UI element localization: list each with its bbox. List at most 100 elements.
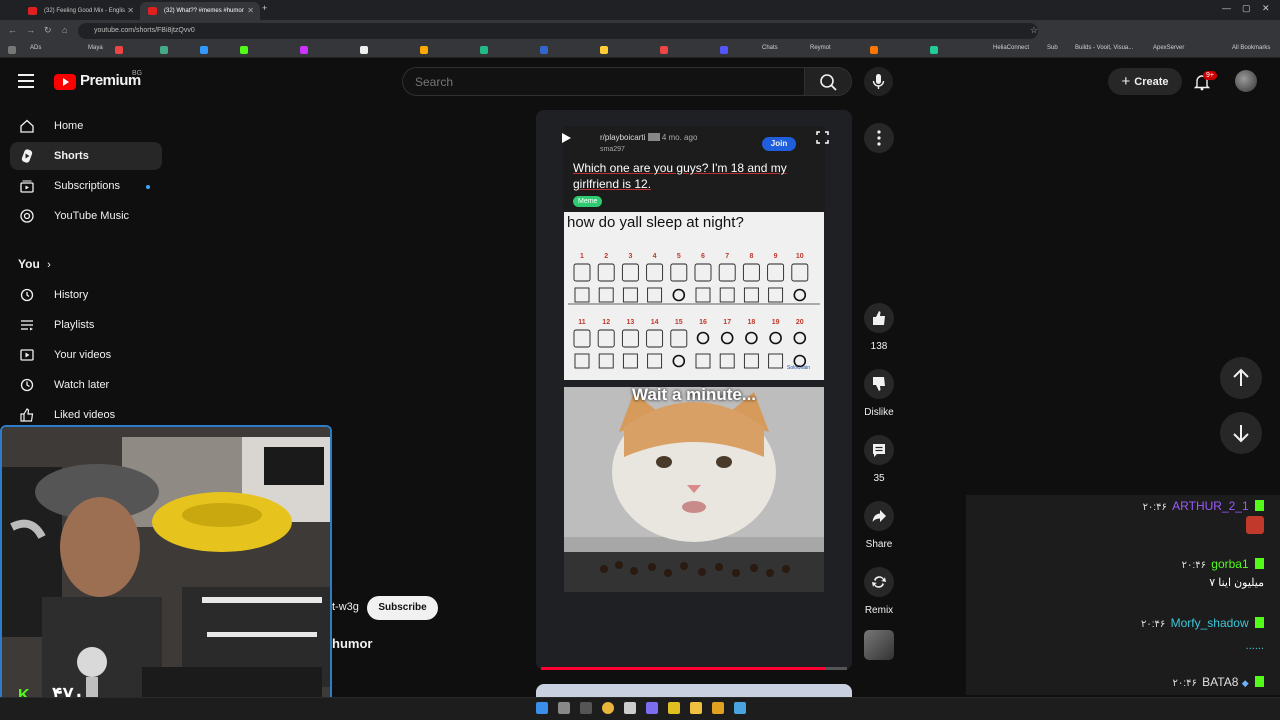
telegram-taskbar-icon[interactable] [734, 702, 746, 714]
sidebar-item-youtube-music[interactable]: YouTube Music [10, 202, 162, 230]
bookmark-icon[interactable] [870, 46, 878, 54]
audio-thumbnail[interactable] [864, 630, 894, 660]
sidebar-item-label: Subscriptions [54, 180, 121, 192]
sidebar-item-label: Playlists [54, 319, 95, 331]
remix-label: Remix [864, 605, 894, 616]
fullscreen-icon[interactable] [816, 131, 829, 144]
bookmark-icon[interactable] [660, 46, 668, 54]
bookmark-apexserver[interactable]: ApexServer [1153, 45, 1184, 51]
share-label: Share [865, 539, 893, 550]
mic-icon [872, 74, 885, 89]
browser-tab-2[interactable]: (32) What?? #memes #humor ✕ [140, 2, 260, 20]
all-bookmarks[interactable]: All Bookmarks [1232, 45, 1270, 51]
bookmark-chats[interactable]: Chats [762, 45, 778, 51]
bookmark-maya[interactable]: Maya [88, 45, 103, 51]
windows-start-icon[interactable] [536, 702, 548, 714]
home-icon [20, 119, 34, 133]
bookmark-icon[interactable] [360, 46, 368, 54]
reload-icon[interactable]: ↻ [44, 25, 52, 36]
avatar[interactable] [1235, 70, 1257, 92]
discord-taskbar-icon[interactable] [646, 702, 658, 714]
chrome-taskbar-icon[interactable] [602, 702, 614, 714]
back-icon[interactable]: ← [8, 25, 17, 35]
comments-button[interactable] [864, 435, 894, 465]
bookmark-icon[interactable] [115, 46, 123, 54]
bookmark-icon[interactable] [420, 46, 428, 54]
bookmark-icon[interactable] [600, 46, 608, 54]
create-label: Create [1134, 76, 1169, 88]
remix-button[interactable] [864, 567, 894, 597]
close-window-icon[interactable]: ✕ [1262, 3, 1270, 14]
bookmark-icon[interactable] [300, 46, 308, 54]
app-taskbar-icon[interactable] [624, 702, 636, 714]
bookmark-icon[interactable] [200, 46, 208, 54]
meme-number-label: 9 [774, 253, 778, 260]
sidebar-item-playlists[interactable]: Playlists [10, 311, 162, 339]
youtube-favicon-icon [148, 7, 157, 15]
bookmark-icon[interactable] [540, 46, 548, 54]
folder-icon[interactable] [712, 702, 724, 714]
bookmark-heliaconnect[interactable]: HeliaConnect [993, 45, 1029, 51]
sidebar-item-your-videos[interactable]: Your videos [10, 341, 162, 369]
sidebar-item-shorts[interactable]: Shorts [10, 142, 162, 170]
next-short-button[interactable] [1220, 412, 1262, 454]
task-view-icon[interactable] [580, 702, 592, 714]
youtube-logo-icon[interactable] [54, 74, 76, 90]
close-tab-icon[interactable]: ✕ [247, 2, 254, 20]
sidebar-you-heading[interactable]: You › [18, 257, 51, 271]
meme-number-label: 7 [725, 253, 729, 260]
home-browser-icon[interactable]: ⌂ [62, 25, 67, 35]
chevron-right-icon: › [47, 259, 51, 271]
bookmark-icon[interactable] [160, 46, 168, 54]
subscribe-button[interactable]: Subscribe [367, 596, 438, 620]
bookmark-ads[interactable]: ADs [30, 45, 41, 51]
chat-message: ۲۰:۴۶ Morfy_shadow [1141, 616, 1264, 630]
meme-number-label: 4 [653, 253, 657, 260]
bookmark-star-icon[interactable]: ☆ [1030, 25, 1038, 36]
chat-time: ۲۰:۴۶ [1142, 502, 1167, 513]
menu-icon[interactable] [18, 74, 34, 88]
search-button[interactable] [804, 67, 852, 96]
search-taskbar-icon[interactable] [558, 702, 570, 714]
thumbs-down-icon [873, 377, 885, 391]
file-explorer-icon[interactable] [690, 702, 702, 714]
sidebar-item-history[interactable]: History [10, 281, 162, 309]
maximize-icon[interactable]: ▢ [1242, 3, 1251, 14]
bookmark-icon[interactable] [480, 46, 488, 54]
create-button[interactable]: + Create [1108, 68, 1182, 95]
bookmark-icon[interactable] [240, 46, 248, 54]
previous-short-button[interactable] [1220, 357, 1262, 399]
minimize-icon[interactable]: — [1222, 3, 1231, 13]
channel-name[interactable]: t-w3g [332, 601, 359, 613]
windows-taskbar [0, 697, 1280, 720]
bookmark-reymot[interactable]: Reymot [810, 45, 831, 51]
share-button[interactable] [864, 501, 894, 531]
sidebar-item-label: Home [54, 120, 84, 132]
forward-icon[interactable]: → [26, 25, 35, 35]
voice-search-button[interactable] [864, 67, 893, 96]
bookmark-sub[interactable]: Sub [1047, 45, 1058, 51]
shirt-icon [670, 329, 688, 348]
dislike-button[interactable] [864, 369, 894, 399]
sidebar-item-subscriptions[interactable]: Subscriptions [10, 172, 162, 200]
bookmark-icon[interactable] [720, 46, 728, 54]
app-taskbar-icon[interactable] [668, 702, 680, 714]
sidebar-item-home[interactable]: Home [10, 112, 162, 140]
like-button[interactable] [864, 303, 894, 333]
search-icon [820, 74, 837, 91]
join-button[interactable]: Join [762, 137, 796, 151]
more-options-button[interactable] [864, 123, 894, 153]
bookmark-builds[interactable]: Builds - Vooit, Visua... [1075, 45, 1133, 51]
url-field[interactable]: youtube.com/shorts/FBi8jtzQvv0 [78, 23, 1038, 39]
music-icon [20, 209, 34, 223]
shirt-icon [646, 329, 664, 348]
search-input[interactable] [402, 67, 804, 96]
bookmark-icon[interactable] [930, 46, 938, 54]
sidebar-item-watch-later[interactable]: Watch later [10, 371, 162, 399]
none-symbol-icon [720, 331, 734, 345]
none-symbol-icon [672, 288, 686, 302]
browser-tab-1[interactable]: (32) Feeling Good Mix - Englis ✕ [20, 2, 140, 20]
new-tab-icon[interactable]: + [262, 3, 267, 13]
play-icon[interactable] [560, 132, 572, 144]
close-tab-icon[interactable]: ✕ [127, 2, 134, 20]
